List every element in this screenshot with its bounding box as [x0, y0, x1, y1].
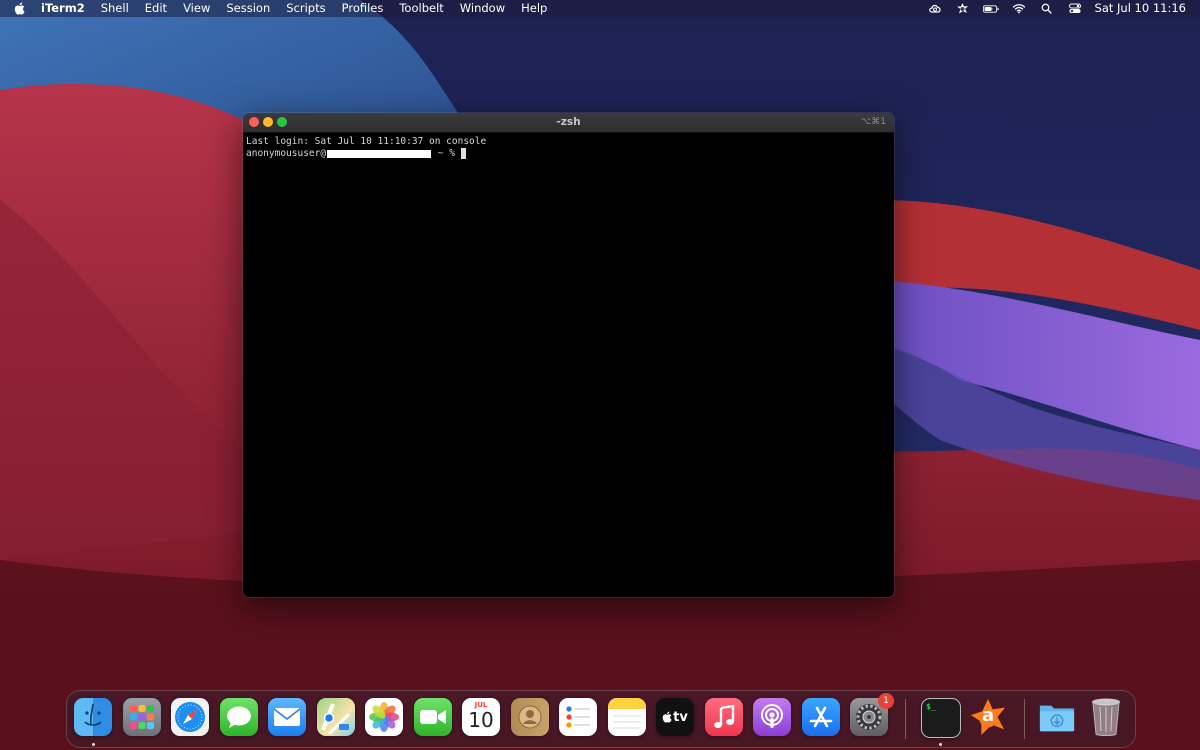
podcasts-icon[interactable] [753, 698, 791, 736]
menu-edit[interactable]: Edit [137, 0, 175, 17]
finder-icon[interactable] [74, 698, 112, 736]
menu-shell[interactable]: Shell [93, 0, 137, 17]
mail-icon[interactable] [268, 698, 306, 736]
iterm-icon[interactable]: $_ [921, 698, 961, 738]
menu-session[interactable]: Session [218, 0, 278, 17]
system-preferences-icon[interactable]: 1 [850, 693, 894, 736]
photos-icon[interactable] [365, 698, 403, 736]
desktop: iTerm2 Shell Edit View Session Scripts P… [0, 0, 1200, 750]
prompt-user: anonymoususer@ [246, 148, 327, 159]
menu-help[interactable]: Help [513, 0, 555, 17]
reminders-icon[interactable] [559, 698, 597, 736]
window-title: -zsh [556, 116, 581, 128]
redacted-hostname [327, 149, 432, 158]
menu-scripts[interactable]: Scripts [278, 0, 333, 17]
launchpad-icon[interactable] [123, 698, 161, 736]
iterm-window: -zsh ⌥⌘1 Last login: Sat Jul 10 11:10:37… [243, 113, 894, 597]
app-menu-iterm2[interactable]: iTerm2 [41, 0, 93, 17]
contacts-icon[interactable] [511, 698, 549, 736]
dock: JUL 10 tv 1 $_ a [66, 690, 1136, 748]
facetime-icon[interactable] [414, 698, 452, 736]
notification-badge: 1 [878, 693, 894, 709]
prompt-suffix: ~ % [432, 148, 461, 159]
avast-status-icon[interactable] [955, 2, 971, 15]
downloads-folder-icon[interactable] [1038, 698, 1076, 736]
dock-separator [905, 699, 906, 739]
trash-icon[interactable] [1087, 698, 1125, 736]
prompt-line: anonymoususer@ ~ % [246, 148, 891, 160]
apple-icon[interactable] [14, 2, 28, 15]
menu-window[interactable]: Window [452, 0, 513, 17]
menu-view[interactable]: View [175, 0, 218, 17]
safari-icon[interactable] [171, 698, 209, 736]
menu-profiles[interactable]: Profiles [334, 0, 392, 17]
appletv-icon[interactable]: tv [656, 698, 694, 736]
spotlight-search-icon[interactable] [1039, 2, 1055, 15]
menu-toolbelt[interactable]: Toolbelt [391, 0, 451, 17]
music-icon[interactable] [705, 698, 743, 736]
dock-separator [1024, 699, 1025, 739]
wifi-icon[interactable] [1011, 2, 1027, 15]
text-cursor [460, 148, 466, 159]
menu-bar: iTerm2 Shell Edit View Session Scripts P… [0, 0, 1200, 17]
avast-icon[interactable]: a [969, 698, 1007, 736]
menubar-clock[interactable]: Sat Jul 10 11:16 [1089, 0, 1200, 17]
finder-running-indicator [92, 743, 95, 746]
messages-icon[interactable] [220, 698, 258, 736]
appletv-label: tv [673, 709, 688, 725]
maps-icon[interactable] [317, 698, 355, 736]
avast-glyph: a [982, 705, 995, 726]
window-shortcut: ⌥⌘1 [860, 117, 886, 127]
last-login-line: Last login: Sat Jul 10 11:10:37 on conso… [246, 136, 487, 147]
appstore-icon[interactable] [802, 698, 840, 736]
iterm-running-indicator [939, 743, 942, 746]
calendar-icon[interactable]: JUL 10 [462, 698, 500, 736]
iterm-glyph: $_ [926, 702, 936, 711]
notes-icon[interactable] [608, 698, 646, 736]
control-center-icon[interactable] [1067, 2, 1083, 15]
window-titlebar[interactable]: -zsh ⌥⌘1 [243, 113, 894, 133]
battery-icon[interactable] [982, 2, 999, 15]
creative-cloud-icon[interactable] [927, 2, 943, 15]
terminal-content[interactable]: Last login: Sat Jul 10 11:10:37 on conso… [243, 133, 894, 163]
calendar-day: 10 [468, 708, 494, 732]
